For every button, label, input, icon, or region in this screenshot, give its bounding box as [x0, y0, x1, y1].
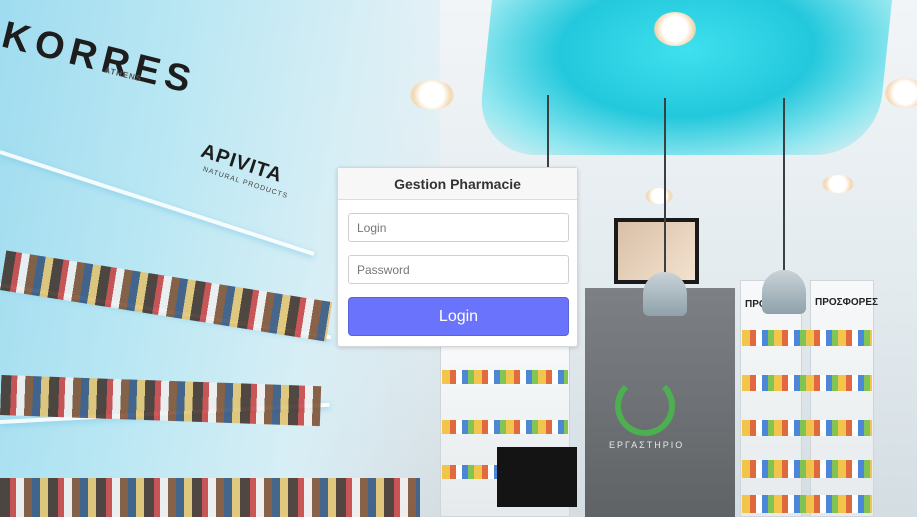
password-input[interactable] — [348, 255, 569, 284]
shelf-products — [742, 330, 872, 346]
pendant-lamp-icon — [643, 272, 687, 316]
shelf-products — [0, 478, 420, 517]
counter-wall: ΕΡΓΑΣΤΗΡΙΟ — [585, 288, 735, 517]
shelf-products — [742, 420, 872, 436]
ceiling-light — [885, 78, 917, 108]
shelf-products — [742, 460, 872, 478]
mortar-logo-icon — [615, 376, 675, 436]
shelf-products — [742, 495, 872, 513]
pendant-lamp-icon — [762, 270, 806, 314]
pendant-cable — [664, 98, 666, 273]
ceiling-light — [822, 175, 854, 193]
login-form: Login — [338, 200, 577, 336]
ceiling-light — [654, 12, 696, 46]
shelf-unit: ΠΡΟΣ — [740, 280, 802, 517]
login-input[interactable] — [348, 213, 569, 242]
shelf-products — [442, 370, 568, 384]
counter-monitor — [497, 447, 577, 507]
login-panel: Gestion Pharmacie Login — [337, 167, 578, 347]
shelf-products — [442, 420, 568, 434]
ceiling-light — [645, 188, 673, 204]
counter-logo-text: ΕΡΓΑΣΤΗΡΙΟ — [609, 440, 685, 450]
login-button[interactable]: Login — [348, 297, 569, 336]
login-title: Gestion Pharmacie — [338, 168, 577, 200]
shelf-products — [742, 375, 872, 391]
ceiling-light — [410, 80, 454, 110]
shelf-sign: ΠΡΟΣΦΟΡΕΣ — [815, 297, 878, 308]
shelf-unit: ΠΡΟΣΦΟΡΕΣ — [810, 280, 878, 517]
pendant-cable — [783, 98, 785, 273]
